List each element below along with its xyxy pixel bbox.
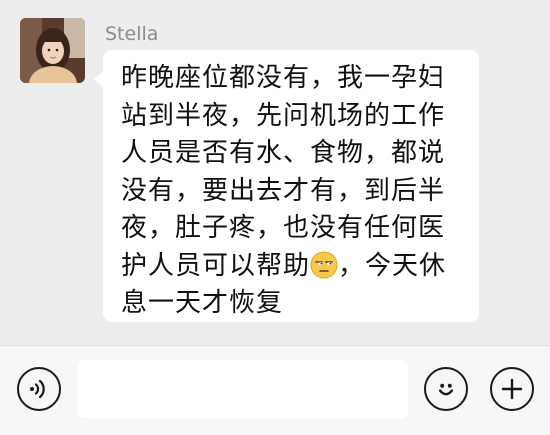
message-bubble[interactable]: 昨晚座位都没有，我一孕妇 站到半夜，先问机场的工作 人员是否有水、食物，都说 没… [94,50,479,323]
sender-name: Stella [105,23,159,45]
message-line: 夜，肚子疼，也没有任何医 [121,213,446,243]
message-text: 昨晚座位都没有，我一孕妇 站到半夜，先问机场的工作 人员是否有水、食物，都说 没… [121,60,471,323]
unamused-face-emoji-icon [310,251,338,279]
message-line: 没有，要出去才有，到后半 [121,175,446,206]
voice-button[interactable] [17,367,61,411]
input-bar [0,345,550,435]
more-button[interactable] [490,367,534,411]
message-input[interactable] [78,360,408,418]
message-line: 人员是否有水、食物，都说 [121,138,446,168]
voice-icon [30,379,45,399]
message-line-part: 护人员可以帮助 [121,250,311,281]
message-line: 昨晚座位都没有，我一孕妇 [121,63,446,93]
avatar[interactable] [20,18,85,83]
message-line-part: ，今天休 [338,250,447,281]
emoji-smile-icon [438,383,454,396]
plus-icon [501,378,523,400]
avatar-photo-icon [20,18,85,83]
message-line: 站到半夜，先问机场的工作 [121,100,446,131]
emoji-button[interactable] [424,367,468,411]
message-line: 息一天才恢复 [121,288,284,318]
chat-area: Stella 昨晚座位都没有，我一孕妇 站到半夜，先问机场的工作 人员是否有水、… [0,0,550,345]
message-line-with-emoji: 护人员可以帮助 ，今天休 [121,248,471,286]
